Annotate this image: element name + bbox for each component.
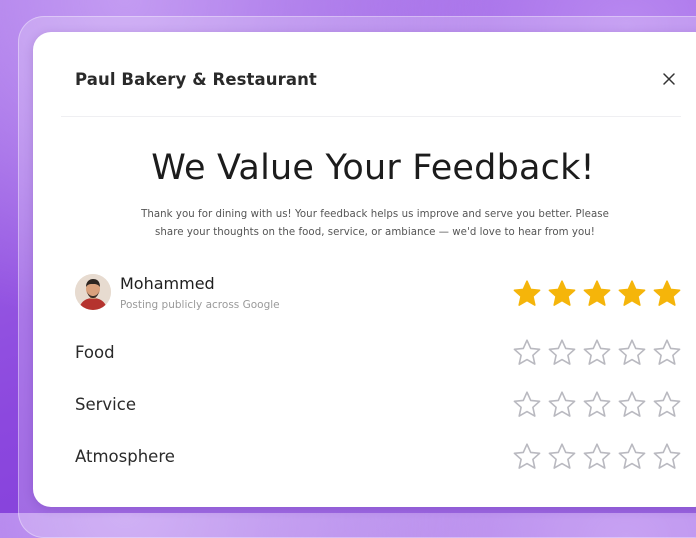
star-outline-icon[interactable] — [651, 337, 683, 369]
feedback-dialog: Paul Bakery & Restaurant We Value Your F… — [33, 32, 696, 507]
star-outline-icon[interactable] — [616, 389, 648, 421]
close-icon — [663, 73, 675, 85]
service-rating — [511, 389, 683, 421]
category-label-atmosphere: Atmosphere — [75, 447, 175, 466]
posting-note: Posting publicly across Google — [120, 299, 280, 311]
star-outline-icon[interactable] — [511, 441, 543, 473]
star-outline-icon[interactable] — [511, 337, 543, 369]
star-outline-icon[interactable] — [511, 389, 543, 421]
close-button[interactable] — [659, 69, 679, 89]
star-outline-icon[interactable] — [651, 389, 683, 421]
subtitle-line-2: share your thoughts on the food, service… — [155, 227, 595, 238]
star-outline-icon[interactable] — [616, 441, 648, 473]
dialog-header: Paul Bakery & Restaurant — [33, 32, 696, 116]
overall-rating — [511, 278, 683, 310]
star-outline-icon[interactable] — [581, 389, 613, 421]
star-filled-icon[interactable] — [581, 278, 613, 310]
header-divider — [61, 116, 681, 117]
star-filled-icon[interactable] — [616, 278, 648, 310]
page-title: We Value Your Feedback! — [151, 148, 595, 188]
restaurant-name: Paul Bakery & Restaurant — [75, 70, 317, 89]
user-name: Mohammed — [120, 274, 215, 293]
page-subtitle: Thank you for dining with us! Your feedb… — [97, 206, 653, 242]
star-filled-icon[interactable] — [511, 278, 543, 310]
star-outline-icon[interactable] — [581, 441, 613, 473]
star-outline-icon[interactable] — [581, 337, 613, 369]
star-outline-icon[interactable] — [616, 337, 648, 369]
subtitle-line-1: Thank you for dining with us! Your feedb… — [141, 209, 609, 220]
star-outline-icon[interactable] — [546, 389, 578, 421]
star-outline-icon[interactable] — [651, 441, 683, 473]
star-filled-icon[interactable] — [546, 278, 578, 310]
food-rating — [511, 337, 683, 369]
star-outline-icon[interactable] — [546, 337, 578, 369]
atmosphere-rating — [511, 441, 683, 473]
star-outline-icon[interactable] — [546, 441, 578, 473]
star-filled-icon[interactable] — [651, 278, 683, 310]
category-label-food: Food — [75, 343, 115, 362]
avatar — [75, 274, 111, 310]
category-label-service: Service — [75, 395, 136, 414]
